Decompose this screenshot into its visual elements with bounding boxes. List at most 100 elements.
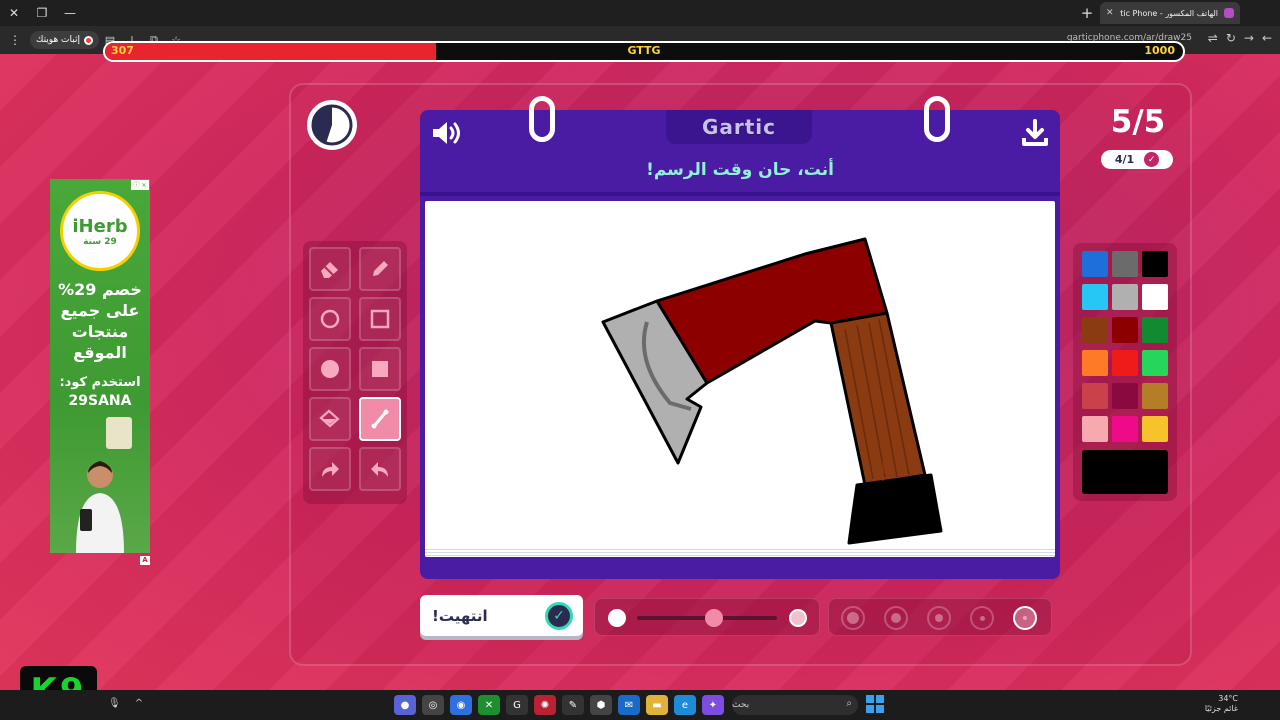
windows-start-icon[interactable] (866, 695, 884, 713)
opacity-handle[interactable] (705, 609, 723, 627)
color-swatch[interactable] (1112, 251, 1138, 277)
speaker-icon[interactable] (430, 118, 464, 148)
window-minimize-button[interactable]: — (56, 0, 84, 26)
browser-menu-icon[interactable]: ⋮ (6, 33, 24, 47)
taskbar-app-pen-icon[interactable]: ✎ (562, 695, 584, 715)
window-restore-button[interactable]: ❐ (28, 0, 56, 26)
taskbar-app-edge-icon[interactable]: e (674, 695, 696, 715)
tool-line[interactable] (359, 397, 401, 441)
fill-bucket-icon (319, 409, 340, 428)
opacity-slider[interactable] (594, 598, 820, 636)
tool-eraser[interactable] (309, 247, 351, 291)
brush-size-xl[interactable] (841, 606, 865, 630)
color-swatch[interactable] (1082, 383, 1108, 409)
color-swatch[interactable] (1082, 416, 1108, 442)
taskbar-search[interactable]: بحث ⌕ (732, 695, 858, 715)
windows-taskbar: 🎙 ^ ● ◎ ◉ ✕ G ✺ ✎ ⬢ ✉ ▬ e ✦ بحث ⌕ 34°C غ… (0, 690, 1280, 720)
check-icon: ✓ (1144, 152, 1160, 167)
brush-size-m[interactable] (927, 606, 951, 630)
tool-pencil[interactable] (359, 247, 401, 291)
eraser-icon (321, 262, 338, 278)
iherb-ad[interactable]: ⓘ ✕ iHerb 29 سنة خصم 29% على جميع منتجات… (50, 179, 150, 553)
browser-tabbar: ✕ ❐ — + ✕ الهاتف المكسور - Gartic Phone (0, 0, 1280, 26)
taskbar-app-obs-icon[interactable]: ◎ (422, 695, 444, 715)
download-icon[interactable] (1020, 118, 1050, 148)
color-swatch[interactable] (1082, 284, 1108, 310)
tab-title: الهاتف المكسور - Gartic Phone (1120, 8, 1218, 18)
forward-icon[interactable]: → (1244, 31, 1254, 45)
tool-fill-bucket[interactable] (309, 397, 351, 441)
taskbar-app-discord-icon[interactable]: ● (394, 695, 416, 715)
progress-goal: 1000 (1144, 44, 1175, 57)
tool-undo[interactable] (359, 447, 401, 491)
opacity-max-icon (789, 609, 807, 627)
tool-square-filled[interactable] (359, 347, 401, 391)
current-color-preview (1082, 450, 1168, 494)
color-swatch[interactable] (1142, 317, 1168, 343)
brush-size-xs[interactable] (1013, 606, 1037, 630)
ad-info-icon[interactable]: ⓘ ✕ (131, 180, 149, 190)
square-outline-icon (370, 309, 390, 329)
tool-redo[interactable] (309, 447, 351, 491)
taskbar-app-chrome-icon[interactable]: ◉ (450, 695, 472, 715)
microphone-icon[interactable]: 🎙 (108, 698, 121, 709)
ad-person-icon (76, 461, 124, 553)
reload-icon[interactable]: ↻ (1226, 31, 1236, 45)
window-close-button[interactable]: ✕ (0, 0, 28, 26)
brush-size-s[interactable] (970, 606, 994, 630)
timer (307, 100, 357, 150)
color-swatch[interactable] (1082, 251, 1108, 277)
back-icon[interactable]: ← (1262, 31, 1272, 45)
color-swatch[interactable] (1142, 284, 1168, 310)
brush-size-l[interactable] (884, 606, 908, 630)
color-swatch[interactable] (1082, 317, 1108, 343)
progress-current: 307 (111, 44, 134, 57)
done-button[interactable]: ✓ انتهيت! (420, 595, 583, 636)
tool-panel (303, 241, 407, 504)
weather-widget[interactable]: 34°C غائم جزئيًا (1205, 694, 1238, 714)
ad-years: 29 سنة (83, 236, 117, 247)
axe-drawing (601, 237, 943, 545)
record-chip-label: إثبات هويتك (36, 35, 80, 45)
taskbar-app-folder-icon[interactable]: ▬ (646, 695, 668, 715)
site-settings-icon[interactable]: ⇌ (1208, 31, 1218, 45)
color-swatch[interactable] (1112, 317, 1138, 343)
taskbar-app-xbox-icon[interactable]: ✕ (478, 695, 500, 715)
brush-size-selector (828, 598, 1052, 636)
taskbar-app-g-icon[interactable]: G (506, 695, 528, 715)
color-swatch[interactable] (1112, 284, 1138, 310)
weather-condition: غائم جزئيًا (1204, 704, 1238, 713)
tool-circle-outline[interactable] (309, 297, 351, 341)
color-swatch[interactable] (1112, 383, 1138, 409)
stream-goal-progress: 307 GTTG 1000 (103, 41, 1185, 62)
taskbar-app-outlook-icon[interactable]: ✉ (618, 695, 640, 715)
iherb-logo: iHerb 29 سنة (60, 191, 140, 271)
color-swatch[interactable] (1112, 416, 1138, 442)
opacity-min-icon (608, 609, 626, 627)
timer-clock-icon (311, 104, 353, 146)
color-swatch[interactable] (1142, 416, 1168, 442)
circle-outline-icon (320, 309, 340, 329)
tool-square-outline[interactable] (359, 297, 401, 341)
notebook-ring-right (924, 96, 950, 142)
color-swatch[interactable] (1112, 350, 1138, 376)
draw-prompt: أنت، حان وقت الرسم! (646, 160, 834, 180)
taskbar-app-copilot-icon[interactable]: ✦ (702, 695, 724, 715)
ad-headline: خصم 29% على جميع منتجات الموقع (58, 280, 142, 362)
tray-chevron-icon[interactable]: ^ (135, 698, 143, 709)
taskbar-app-red-icon[interactable]: ✺ (534, 695, 556, 715)
color-swatch[interactable] (1142, 383, 1168, 409)
browser-tab-gartic[interactable]: ✕ الهاتف المكسور - Gartic Phone (1100, 2, 1240, 24)
color-swatch[interactable] (1142, 251, 1168, 277)
pencil-icon (373, 261, 388, 276)
taskbar-search-placeholder: بحث (732, 700, 750, 710)
color-swatch[interactable] (1082, 350, 1108, 376)
drawing-canvas[interactable] (425, 201, 1055, 557)
canvas-wrapper (420, 196, 1060, 579)
tab-close-icon[interactable]: ✕ (1106, 8, 1114, 18)
tool-circle-filled[interactable] (309, 347, 351, 391)
record-chip[interactable]: إثبات هويتك (30, 31, 99, 49)
taskbar-app-steam-icon[interactable]: ⬢ (590, 695, 612, 715)
new-tab-button[interactable]: + (1074, 4, 1100, 22)
color-swatch[interactable] (1142, 350, 1168, 376)
